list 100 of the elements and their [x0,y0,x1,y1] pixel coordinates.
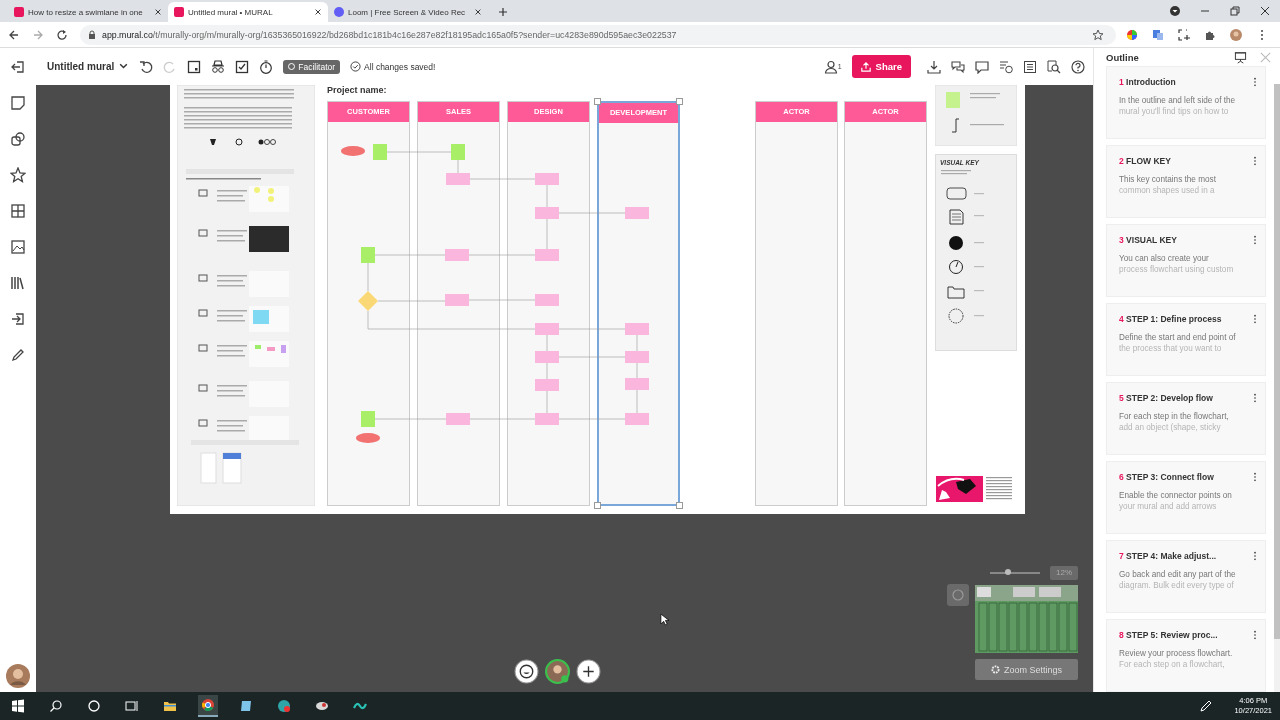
zoom-percentage: 12% [1050,566,1078,580]
section-description: For each step in the flowchart, [1119,411,1230,422]
outline-section-card[interactable]: 7 STEP 4: Make adjust... Go back and edit any part of the diagram. Bulk edit every type of [1106,540,1266,613]
comments-icon[interactable] [951,59,965,74]
resize-handle[interactable] [594,98,601,105]
undo-icon[interactable] [139,59,154,74]
section-description: Review your process flowchart. [1119,648,1234,659]
more-icon[interactable] [1253,472,1257,482]
image-icon[interactable] [10,239,26,255]
close-icon[interactable] [314,8,322,16]
close-icon[interactable] [1259,5,1271,17]
section-title: 8 STEP 5: Review proc... [1119,630,1219,640]
outline-section-card[interactable]: 3 VISUAL KEY You can also create your process flowchart using custom [1106,224,1266,297]
new-tab-icon[interactable] [498,7,508,17]
avatar-icon[interactable] [1230,28,1242,41]
save-status: All changes saved! [364,61,436,72]
exit-icon[interactable] [10,59,26,75]
section-title: 3 VISUAL KEY [1119,235,1178,245]
resize-handle[interactable] [676,502,683,509]
list-icon[interactable] [1023,59,1037,74]
resize-handle[interactable] [676,98,683,105]
help-icon[interactable] [1071,59,1085,74]
section-description: Define the start and end point of [1119,332,1237,343]
restore-icon[interactable] [1229,5,1241,17]
more-icon[interactable] [1253,393,1257,403]
address-bar[interactable]: app.mural.co/t/murally-org/m/murally-org/1635365016922/bd268bd1c181b4c16e287e82f18195adc165a0f5?sender=uc4283e890d595aec3e022537 [80,24,1116,45]
star-icon[interactable] [1092,28,1104,41]
tab-search-icon[interactable] [1169,5,1181,17]
gear-icon [991,665,1000,674]
more-icon[interactable] [1253,630,1257,640]
outline-title: Outline [1106,51,1139,63]
more-icon[interactable] [1253,551,1257,561]
caret-icon[interactable] [118,61,130,72]
shapes-icon[interactable] [10,131,26,147]
presentation-icon[interactable] [1234,50,1247,64]
checkbox-icon[interactable] [235,59,250,74]
section-description: You can also create your [1119,253,1210,264]
more-icon[interactable] [1253,77,1257,87]
comment-icon[interactable] [975,59,989,74]
sticky-note-icon[interactable] [10,95,26,111]
back-icon[interactable] [8,28,20,41]
section-title: 1 Introduction [1119,77,1177,87]
timer-icon[interactable] [259,59,274,74]
grid-icon[interactable] [10,203,26,219]
facilitator-badge[interactable]: Facilitator [283,59,341,74]
reload-icon[interactable] [56,28,68,41]
frame-icon[interactable] [187,59,202,74]
share-button[interactable]: Share [851,55,911,78]
outline-section-card[interactable]: 5 STEP 2: Develop flow For each step in the flowchart, add an object (shape, sticky [1106,382,1266,455]
section-title: 2 FLOW KEY [1119,156,1172,166]
section-title: 7 STEP 4: Make adjust... [1119,551,1218,561]
terminator-oval[interactable] [356,433,380,443]
section-description: add an object (shape, sticky [1119,422,1222,433]
reaction-button[interactable] [514,659,539,684]
minimap-drawing[interactable] [975,585,1078,653]
import-icon[interactable] [10,311,26,327]
download-icon[interactable] [927,59,941,74]
section-description: This key contains the most [1119,174,1217,185]
library-icon[interactable] [10,275,26,291]
upload-icon [860,61,871,72]
activity-icon[interactable] [999,59,1013,74]
user-avatar[interactable] [6,664,30,688]
section-description: Enable the connector points on [1119,490,1233,501]
person-icon[interactable] [823,59,838,74]
close-icon[interactable] [154,8,162,16]
feedback-note-drawing [985,476,1015,502]
section-description: process flowchart using custom [1119,264,1235,275]
browser-tab[interactable]: Untitled mural • MURAL [168,2,328,22]
section-description: Go back and edit any part of the [1119,569,1237,580]
private-mode-icon[interactable] [211,59,226,74]
resize-handle[interactable] [594,502,601,509]
section-description: diagram. Bulk edit every type of [1119,580,1235,591]
cursor-icon [660,613,669,626]
search-icon[interactable] [1047,59,1061,74]
translate-icon[interactable] [1152,28,1164,41]
add-button[interactable] [576,659,601,684]
capture-icon[interactable] [1178,28,1190,41]
mural-title[interactable]: Untitled mural [47,61,115,72]
section-title: 6 STEP 3: Connect flow [1119,472,1215,482]
more-icon[interactable] [1253,314,1257,324]
scrollbar-thumb[interactable] [1274,84,1280,639]
section-title: 5 STEP 2: Develop flow [1119,393,1214,403]
terminator-oval[interactable] [341,146,365,156]
browser-tab[interactable]: How to resize a swimlane in one [8,2,168,22]
browser-tab[interactable]: Loom | Free Screen & Video Rec [328,2,488,22]
close-icon[interactable] [474,8,482,16]
section-title: 4 STEP 1: Define process [1119,314,1223,324]
section-description: the process that you want to [1119,343,1223,354]
color-wheel-icon[interactable] [1126,28,1138,41]
section-description: In the outline and left side of the [1119,95,1237,106]
chrome-icon[interactable] [198,695,218,717]
check-circle-icon [350,61,362,72]
outline-section-card[interactable]: 4 STEP 1: Define process Define the start and end point of the process that you want to [1106,303,1266,376]
lock-icon [88,29,96,40]
project-name-label: Project name: [327,85,387,95]
star-icon[interactable] [10,167,26,183]
more-icon[interactable] [1253,235,1257,245]
user-avatar[interactable] [545,659,570,684]
more-icon[interactable] [1253,156,1257,166]
pen-icon[interactable] [10,347,26,363]
